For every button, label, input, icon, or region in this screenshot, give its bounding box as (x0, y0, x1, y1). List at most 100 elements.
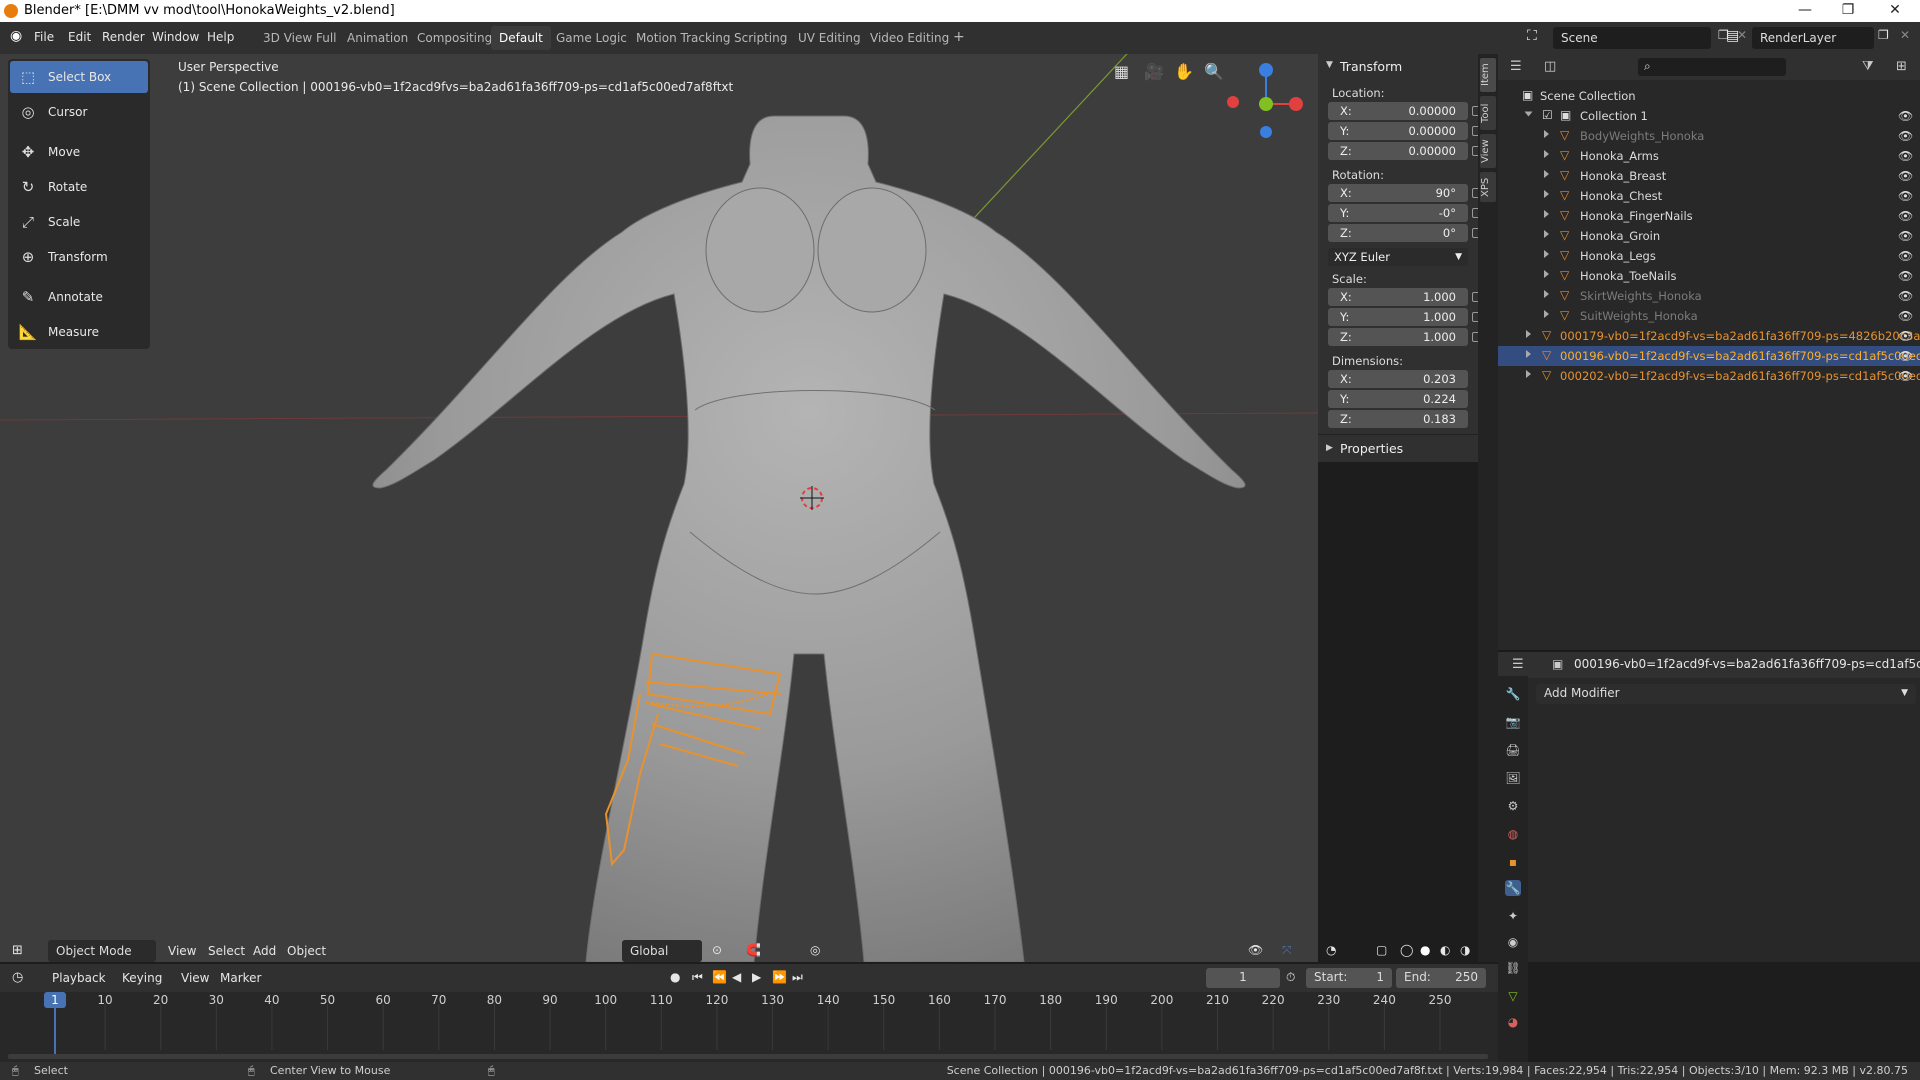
tab-scripting[interactable]: Scripting (726, 26, 795, 50)
tab-motion-tracking[interactable]: Motion Tracking (628, 26, 738, 50)
menu-marker[interactable]: Marker (220, 971, 261, 985)
overlays-icon[interactable]: ◔ (1326, 943, 1336, 957)
expand-arrow-icon[interactable] (1524, 111, 1533, 117)
object-icon[interactable]: ▪ (1505, 854, 1521, 870)
visibility-icon[interactable]: 👁 (1248, 943, 1263, 957)
outliner-object-row[interactable]: ▽ Honoka_Legs 👁 (1498, 246, 1920, 266)
blender-menu-icon[interactable]: ◉ (10, 28, 22, 44)
tab-compositing[interactable]: Compositing (409, 26, 500, 50)
tab-tool[interactable]: Tool (1480, 96, 1496, 130)
minimize-button[interactable]: — (1795, 2, 1815, 18)
solid-shading-icon[interactable]: ● (1420, 943, 1430, 957)
jump-start-icon[interactable]: ⏮ (692, 970, 703, 985)
menu-object[interactable]: Object (287, 944, 326, 958)
render-layer-selector[interactable]: RenderLayer (1752, 27, 1874, 49)
expand-arrow-icon[interactable] (1544, 270, 1549, 278)
outliner-object-row[interactable]: ▽ 000179-vb0=1f2acd9f-vs=ba2ad61fa36ff709… (1498, 326, 1920, 346)
wireframe-shading-icon[interactable]: ◯ (1400, 943, 1413, 957)
zoom-view-icon[interactable]: 🔍 (1204, 62, 1224, 81)
outliner-object-row[interactable]: ▽ BodyWeights_Honoka 👁 (1498, 126, 1920, 146)
stopwatch-icon[interactable]: ⏱ (1286, 970, 1295, 985)
scene-browse-icon[interactable]: ⛶ (1527, 28, 1537, 44)
visibility-eye-icon[interactable]: 👁 (1898, 109, 1913, 123)
render-layer-copy-icon[interactable]: ❐ (1878, 28, 1889, 42)
pivot-icon[interactable]: ⊙ (712, 943, 722, 957)
menu-render[interactable]: Render (102, 30, 145, 44)
add-workspace-button[interactable]: + (945, 24, 973, 48)
visibility-eye-icon[interactable]: 👁 (1898, 169, 1913, 183)
dimensions-y-field[interactable]: Y: 0.224 (1328, 390, 1468, 408)
outliner-collection-1[interactable]: ☑ ▣ Collection 1 👁 (1498, 106, 1920, 126)
tool-select-box[interactable]: ⬚ Select Box (10, 61, 148, 93)
menu-add[interactable]: Add (253, 944, 276, 958)
next-keyframe-icon[interactable]: ⏩ (772, 970, 787, 984)
editor-type-icon[interactable]: ◷ (12, 970, 23, 985)
visibility-eye-icon[interactable]: 👁 (1898, 129, 1913, 143)
rendered-shading-icon[interactable]: ◑ (1460, 943, 1470, 957)
editor-type-icon[interactable]: ⊞ (12, 943, 23, 958)
tab-default[interactable]: Default (491, 26, 551, 50)
outliner-object-row[interactable]: ▽ 000202-vb0=1f2acd9f-vs=ba2ad61fa36ff709… (1498, 366, 1920, 386)
play-icon[interactable]: ▶ (752, 970, 761, 984)
outliner-object-row[interactable]: ▽ Honoka_ToeNails 👁 (1498, 266, 1920, 286)
outliner-object-row[interactable]: ▽ Honoka_Breast 👁 (1498, 166, 1920, 186)
rotation-mode-select[interactable]: XYZ Euler ▼ (1328, 248, 1468, 266)
expand-arrow-icon[interactable] (1544, 290, 1549, 298)
menu-keying[interactable]: Keying (122, 971, 162, 985)
snap-icon[interactable]: 🧲 (746, 943, 761, 957)
menu-select[interactable]: Select (208, 944, 245, 958)
properties-panel-header[interactable]: ▶ Properties (1318, 434, 1478, 462)
transform-orientation-selector[interactable]: Global (622, 940, 702, 962)
checkbox-icon[interactable]: ☑ (1542, 109, 1554, 121)
tool-settings-icon[interactable]: 🔧 (1505, 686, 1521, 702)
output-icon[interactable]: 🖨 (1505, 742, 1521, 758)
outliner-search-input[interactable]: ⌕ (1638, 58, 1786, 76)
tool-annotate[interactable]: ✎ Annotate (10, 281, 148, 313)
new-collection-icon[interactable]: ⊞ (1896, 59, 1907, 74)
outliner-object-row[interactable]: ▽ Honoka_Groin 👁 (1498, 226, 1920, 246)
editor-type-icon[interactable]: ☰ (1510, 59, 1522, 74)
visibility-eye-icon[interactable]: 👁 (1898, 349, 1913, 363)
expand-arrow-icon[interactable] (1544, 210, 1549, 218)
tool-transform[interactable]: ⊕ Transform (10, 241, 148, 273)
expand-arrow-icon[interactable] (1544, 230, 1549, 238)
world-icon[interactable]: ◍ (1505, 826, 1521, 842)
location-x-field[interactable]: X: 0.00000 (1328, 102, 1468, 120)
tab-item[interactable]: Item (1480, 58, 1496, 92)
dimensions-z-field[interactable]: Z: 0.183 (1328, 410, 1468, 428)
mode-selector[interactable]: Object Mode (48, 940, 156, 962)
visibility-eye-icon[interactable]: 👁 (1898, 229, 1913, 243)
outliner-object-row[interactable]: ▽ Honoka_Chest 👁 (1498, 186, 1920, 206)
prev-keyframe-icon[interactable]: ⏪ (712, 970, 727, 984)
location-y-field[interactable]: Y: 0.00000 (1328, 122, 1468, 140)
tab-3d-view-full[interactable]: 3D View Full (255, 26, 345, 50)
close-button[interactable]: ✕ (1885, 2, 1905, 18)
rotation-x-field[interactable]: X: 90° (1328, 184, 1468, 202)
tool-move[interactable]: ✥ Move (10, 136, 148, 168)
visibility-eye-icon[interactable]: 👁 (1898, 329, 1913, 343)
expand-arrow-icon[interactable] (1544, 310, 1549, 318)
expand-arrow-icon[interactable] (1544, 130, 1549, 138)
outliner-object-row[interactable]: ▽ Honoka_Arms 👁 (1498, 146, 1920, 166)
material-shading-icon[interactable]: ◐ (1440, 943, 1450, 957)
end-frame-field[interactable]: End: 250 (1396, 968, 1486, 988)
menu-help[interactable]: Help (207, 30, 234, 44)
scene-icon[interactable]: ⚙ (1505, 798, 1521, 814)
transform-panel-header[interactable]: ▼ Transform (1322, 58, 1474, 76)
tab-uv-editing[interactable]: UV Editing (790, 26, 869, 50)
outliner-object-row[interactable]: ▽ SuitWeights_Honoka 👁 (1498, 306, 1920, 326)
3d-viewport[interactable]: User Perspective (1) Scene Collection | … (0, 54, 1318, 962)
menu-playback[interactable]: Playback (52, 971, 106, 985)
tab-xps[interactable]: XPS (1480, 172, 1496, 202)
visibility-eye-icon[interactable]: 👁 (1898, 369, 1913, 383)
tab-video-editing[interactable]: Video Editing (862, 26, 957, 50)
editor-type-icon[interactable]: ☰ (1512, 657, 1524, 672)
expand-arrow-icon[interactable] (1526, 330, 1531, 338)
menu-edit[interactable]: Edit (68, 30, 91, 44)
tool-measure[interactable]: 📐 Measure (10, 316, 148, 348)
menu-view[interactable]: View (181, 971, 209, 985)
visibility-eye-icon[interactable]: 👁 (1898, 189, 1913, 203)
scene-selector[interactable]: Scene (1553, 27, 1711, 49)
scale-x-field[interactable]: X: 1.000 (1328, 288, 1468, 306)
maximize-button[interactable]: ❐ (1838, 2, 1858, 18)
